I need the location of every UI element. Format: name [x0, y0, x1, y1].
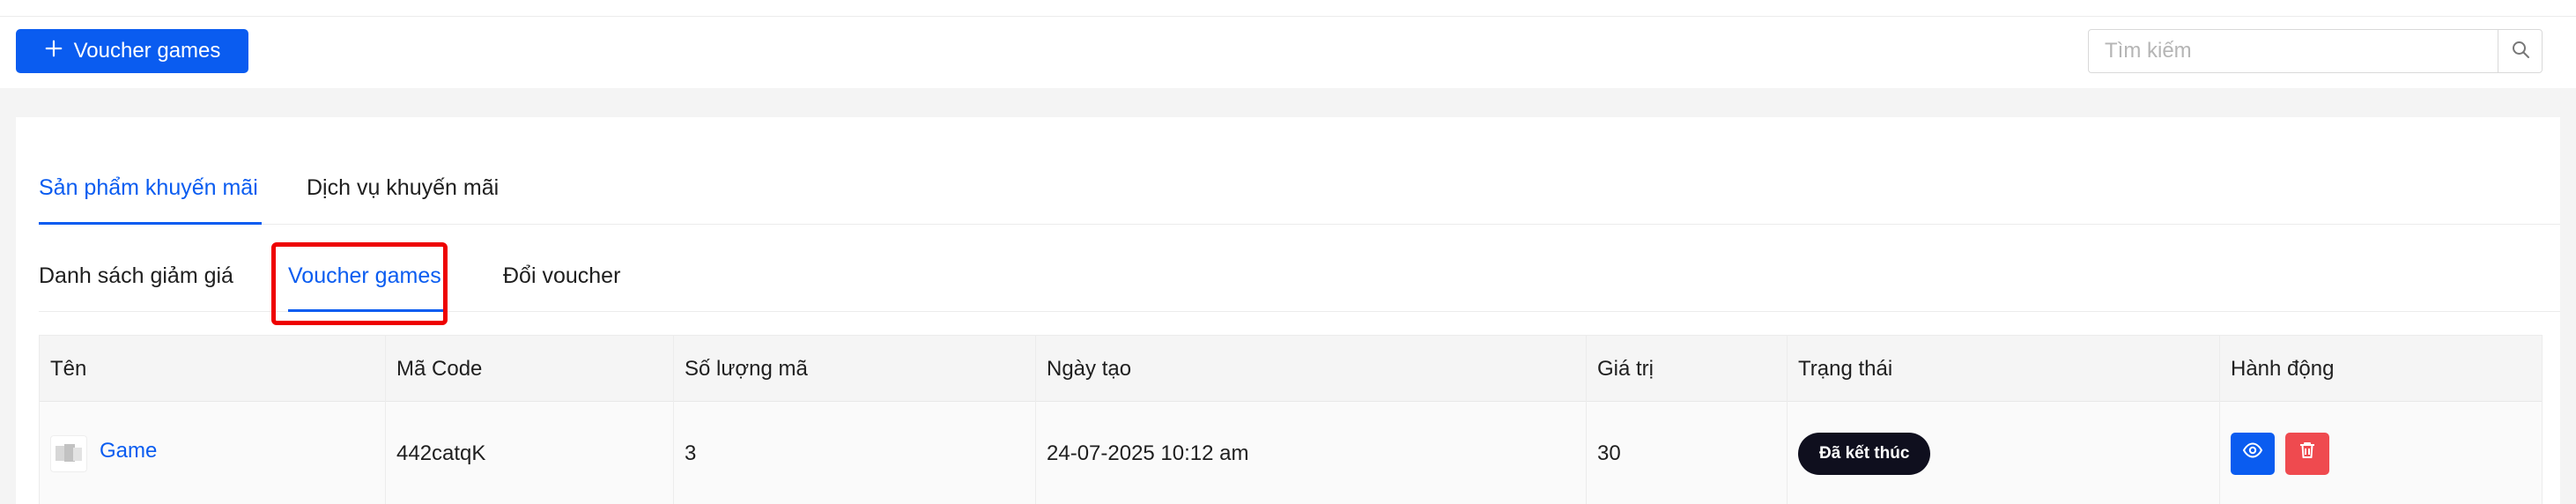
add-voucher-games-button[interactable]: Voucher games [16, 29, 248, 73]
col-header-status: Trạng thái [1788, 336, 2220, 402]
voucher-table: Tên Mã Code Số lượng mã Ngày tạo Giá trị… [39, 335, 2543, 504]
search-box [2088, 29, 2543, 73]
sub-tabs: Danh sách giảm giá Voucher games Đổi vou… [39, 225, 2560, 312]
top-divider [0, 16, 2576, 17]
col-header-code: Mã Code [386, 336, 674, 402]
trash-icon [2297, 440, 2318, 467]
tab-promo-products[interactable]: Sản phẩm khuyến mãi [39, 175, 258, 201]
search-input[interactable] [2089, 30, 2498, 72]
cell-actions [2220, 402, 2543, 504]
tab-discount-list[interactable]: Danh sách giảm giá [39, 263, 233, 289]
col-header-name: Tên [40, 336, 386, 402]
add-voucher-games-label: Voucher games [73, 39, 221, 63]
game-thumbnail [50, 434, 87, 472]
main-tabs: Sản phẩm khuyến mãi Dịch vụ khuyến mãi [39, 117, 2560, 225]
plus-icon [44, 39, 63, 64]
col-header-quantity: Số lượng mã [674, 336, 1036, 402]
top-toolbar: Voucher games [0, 0, 2576, 88]
tab-voucher-games[interactable]: Voucher games [288, 263, 441, 289]
eye-icon [2242, 440, 2263, 467]
search-icon [2510, 39, 2531, 64]
cell-created: 24-07-2025 10:12 am [1036, 402, 1587, 504]
game-name-link[interactable]: Game [100, 439, 157, 463]
cell-status: Đã kết thúc [1788, 402, 2220, 504]
table-row: Game 442catqK 3 24-07-2025 10:12 am 30 Đ… [40, 402, 2542, 504]
status-badge: Đã kết thúc [1798, 432, 1931, 475]
table-header: Tên Mã Code Số lượng mã Ngày tạo Giá trị… [40, 336, 2542, 402]
cell-quantity: 3 [674, 402, 1036, 504]
tab-exchange-voucher[interactable]: Đổi voucher [503, 263, 620, 289]
cell-value: 30 [1587, 402, 1788, 504]
search-button[interactable] [2498, 30, 2542, 72]
col-header-value: Giá trị [1587, 336, 1788, 402]
sub-tab-active-indicator [288, 309, 444, 312]
cell-name: Game [40, 402, 386, 504]
tab-promo-services[interactable]: Dịch vụ khuyến mãi [307, 175, 499, 201]
view-button[interactable] [2231, 432, 2275, 475]
delete-button[interactable] [2285, 432, 2329, 475]
cell-code: 442catqK [386, 402, 674, 504]
col-header-created: Ngày tạo [1036, 336, 1587, 402]
col-header-actions: Hành động [2231, 356, 2335, 381]
